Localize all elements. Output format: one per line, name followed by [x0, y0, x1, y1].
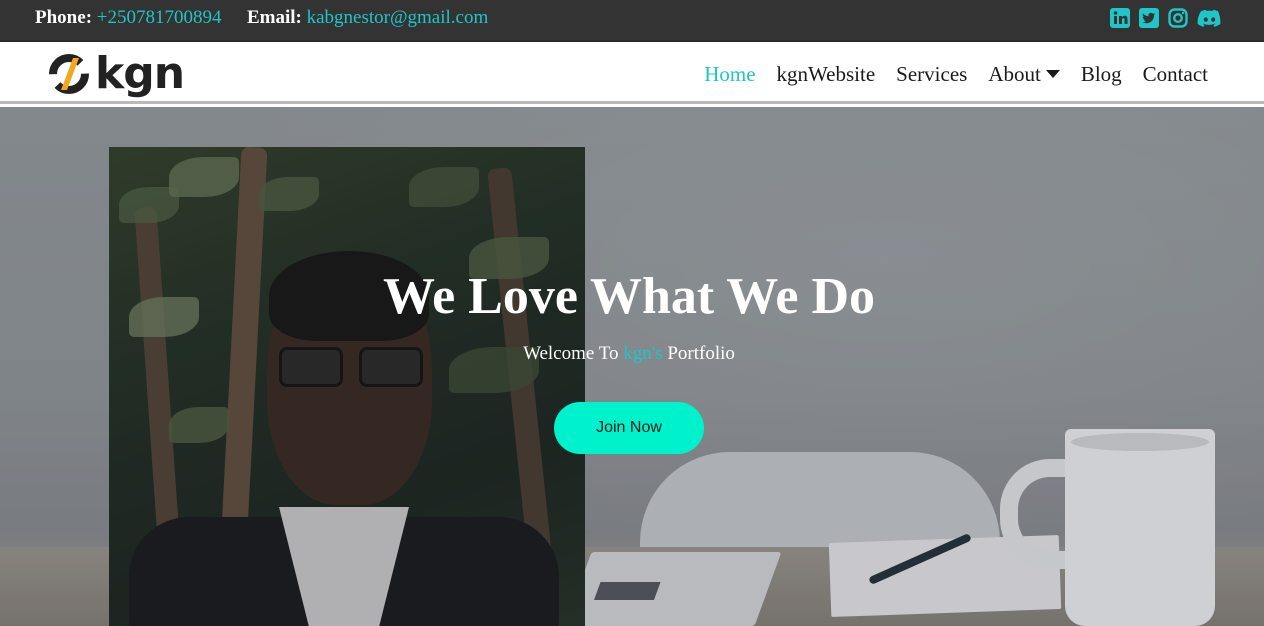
contact-info: Phone: +250781700894 Email: kabgnestor@g…: [35, 7, 489, 28]
phone-link[interactable]: +250781700894: [97, 7, 222, 28]
nav-item-home[interactable]: Home: [704, 62, 755, 87]
instagram-icon[interactable]: [1168, 8, 1188, 28]
main-navbar: kgn Home kgnWebsite Services About Blog …: [0, 44, 1264, 104]
nav-item-contact[interactable]: Contact: [1143, 62, 1208, 87]
caret-down-icon: [1045, 70, 1060, 78]
hero-subtitle: Welcome To kgn's Portfolio: [523, 343, 735, 364]
hero-section: We Love What We Do Welcome To kgn's Port…: [0, 107, 1264, 626]
join-now-button[interactable]: Join Now: [554, 402, 704, 454]
nav-item-kgnwebsite[interactable]: kgnWebsite: [777, 62, 876, 87]
twitter-icon[interactable]: [1139, 8, 1159, 28]
hero-title: We Love What We Do: [382, 268, 876, 325]
phone-label: Phone: [35, 7, 86, 28]
discord-icon[interactable]: [1197, 8, 1222, 28]
nav-item-about-label: About: [988, 62, 1041, 86]
contact-bar: Phone: +250781700894 Email: kabgnestor@g…: [0, 0, 1264, 42]
hero-subtitle-accent: kgn's: [623, 343, 663, 364]
email-label: Email: [246, 7, 296, 28]
social-links: [1110, 8, 1222, 28]
nav-item-services[interactable]: Services: [896, 62, 967, 87]
linkedin-icon[interactable]: [1110, 8, 1130, 28]
nav-item-about[interactable]: About: [988, 62, 1060, 87]
brand-logo[interactable]: kgn: [47, 48, 185, 99]
logo-mark-icon: [49, 54, 89, 94]
nav-item-blog[interactable]: Blog: [1081, 62, 1122, 87]
email-link[interactable]: kabgnestor@gmail.com: [307, 7, 489, 28]
logo-text: kgn: [95, 48, 185, 99]
nav-menu: Home kgnWebsite Services About Blog Cont…: [704, 62, 1208, 87]
